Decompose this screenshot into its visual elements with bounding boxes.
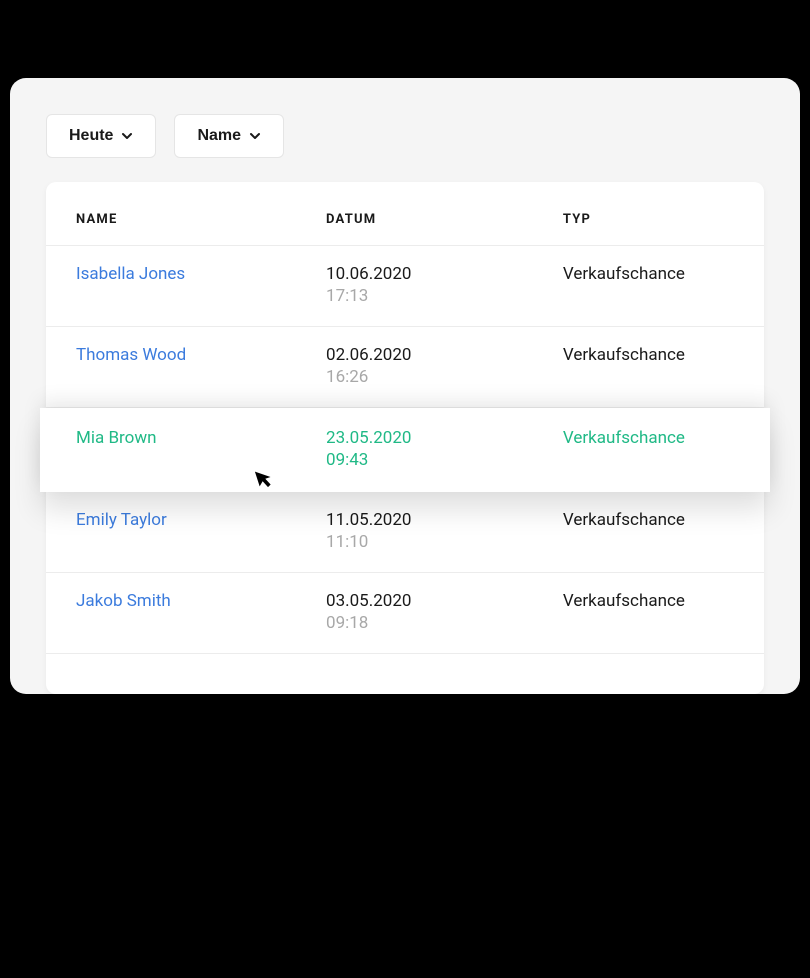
row-time: 09:18 — [326, 613, 563, 633]
row-time: 11:10 — [326, 532, 563, 552]
row-date: 11.05.2020 — [326, 510, 563, 530]
main-panel: Heute Name NAME DATUM TYP Isabella Jones… — [10, 78, 800, 694]
table-row[interactable]: Thomas Wood 02.06.202016:26Verkaufschance — [46, 327, 764, 408]
row-date-cell: 03.05.202009:18 — [326, 591, 563, 633]
row-date: 10.06.2020 — [326, 264, 563, 284]
sort-filter-button[interactable]: Name — [174, 114, 284, 158]
row-type: Verkaufschance — [563, 345, 734, 365]
row-date: 03.05.2020 — [326, 591, 563, 611]
row-time: 09:43 — [326, 450, 563, 470]
column-header-name: NAME — [76, 212, 326, 227]
row-name-link[interactable]: Thomas Wood — [76, 345, 186, 365]
row-date-cell: 10.06.202017:13 — [326, 264, 563, 306]
table-header-row: NAME DATUM TYP — [46, 182, 764, 246]
row-date-cell: 23.05.202009:43 — [326, 428, 563, 470]
date-filter-button[interactable]: Heute — [46, 114, 156, 158]
row-date: 02.06.2020 — [326, 345, 563, 365]
row-time: 17:13 — [326, 286, 563, 306]
row-type: Verkaufschance — [563, 428, 734, 448]
column-header-type: TYP — [563, 212, 734, 227]
row-type: Verkaufschance — [563, 264, 734, 284]
filter-bar: Heute Name — [10, 114, 800, 182]
row-type: Verkaufschance — [563, 510, 734, 530]
table-row[interactable]: Mia Brown 23.05.202009:43Verkaufschance — [40, 408, 770, 492]
data-table: NAME DATUM TYP Isabella Jones10.06.20201… — [46, 182, 764, 694]
row-name-link[interactable]: Mia Brown — [76, 428, 156, 448]
column-header-date: DATUM — [326, 212, 563, 227]
table-row[interactable]: Jakob Smith 03.05.202009:18Verkaufschance — [46, 573, 764, 654]
chevron-down-icon — [249, 130, 261, 142]
row-time: 16:26 — [326, 367, 563, 387]
row-date: 23.05.2020 — [326, 428, 563, 448]
row-name-link[interactable]: Emily Taylor — [76, 510, 167, 530]
table-row[interactable]: Emily Taylor 11.05.202011:10Verkaufschanc… — [46, 492, 764, 573]
chevron-down-icon — [121, 130, 133, 142]
date-filter-label: Heute — [69, 127, 113, 145]
row-name-link[interactable]: Jakob Smith — [76, 591, 171, 611]
row-date-cell: 11.05.202011:10 — [326, 510, 563, 552]
row-date-cell: 02.06.202016:26 — [326, 345, 563, 387]
table-row[interactable]: Isabella Jones 10.06.202017:13Verkaufscha… — [46, 246, 764, 327]
table-body: Isabella Jones10.06.202017:13Verkaufscha… — [46, 246, 764, 654]
row-type: Verkaufschance — [563, 591, 734, 611]
row-name-link[interactable]: Isabella Jones — [76, 264, 185, 284]
sort-filter-label: Name — [197, 127, 241, 145]
